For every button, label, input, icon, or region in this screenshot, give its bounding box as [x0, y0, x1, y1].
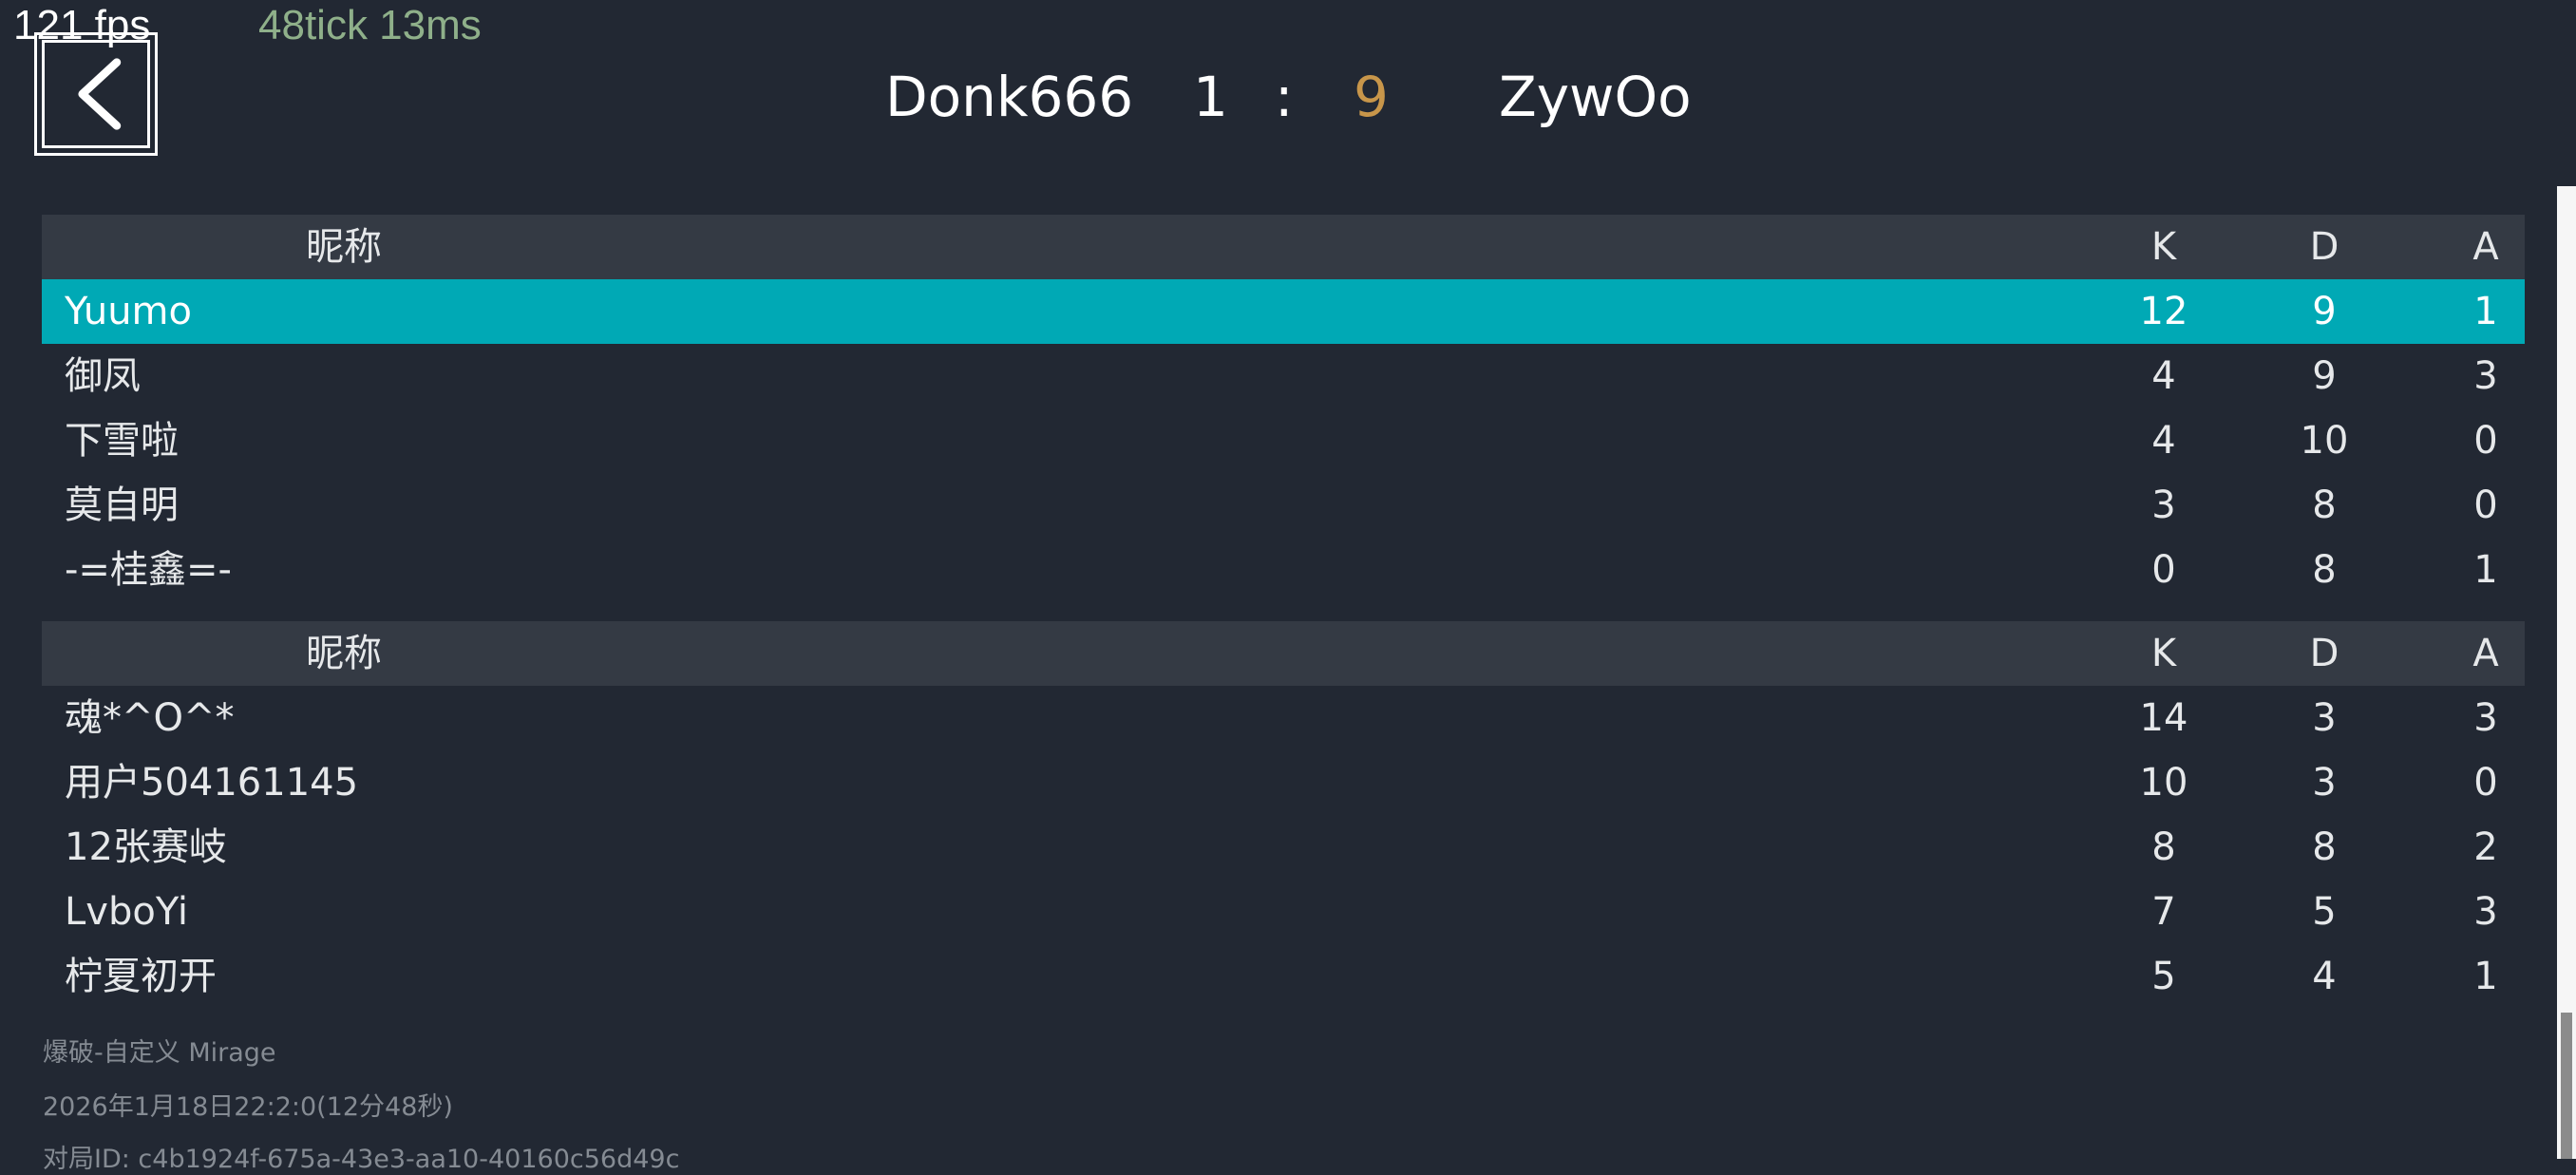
player-assists: 0: [2473, 761, 2498, 805]
player-name: 魂*^O^*: [65, 696, 235, 740]
player-row[interactable]: 莫自明 3 8 0: [42, 473, 2525, 538]
player-deaths: 8: [2312, 825, 2337, 869]
team-right-table: 昵称 K D A 魂*^O^* 14 3 3 用户504161145 10 3 …: [42, 621, 2525, 1009]
player-name: 下雪啦: [65, 419, 179, 463]
player-kills: 12: [2139, 290, 2188, 333]
match-mode-info: 爆破-自定义 Mirage: [43, 1038, 276, 1068]
player-deaths: 9: [2312, 354, 2337, 398]
player-assists: 1: [2473, 548, 2498, 592]
column-header-kills: K: [2150, 632, 2177, 675]
player-name: 柠夏初开: [65, 955, 217, 998]
player-deaths: 10: [2300, 419, 2349, 463]
player-row[interactable]: LvboYi 7 5 3: [42, 880, 2525, 944]
player-kills: 14: [2139, 696, 2188, 740]
team-right-score: 9: [1354, 65, 1389, 129]
player-kills: 7: [2151, 890, 2176, 934]
tick-rate-indicator: 48tick 13ms: [258, 2, 482, 48]
match-datetime-info: 2026年1月18日22:2:0(12分48秒): [43, 1092, 453, 1122]
table-header: 昵称 K D A: [42, 621, 2525, 686]
score-separator: :: [1275, 65, 1294, 129]
column-header-name: 昵称: [306, 225, 382, 269]
column-header-deaths: D: [2309, 225, 2339, 269]
team-left-table: 昵称 K D A Yuumo 12 9 1 御凤 4 9 3 下雪啦 4 10 …: [42, 215, 2525, 602]
player-deaths: 5: [2312, 890, 2337, 934]
player-name: 御凤: [65, 354, 141, 398]
scoreboard-header: Donk666 1 : 9 ZywOo: [0, 59, 2576, 135]
player-name: 12张赛岐: [65, 825, 227, 869]
team-left-name: Donk666: [885, 65, 1134, 129]
scrollbar-thumb[interactable]: [2561, 1013, 2572, 1159]
fps-counter: 121 fps: [13, 2, 151, 48]
player-kills: 4: [2151, 354, 2176, 398]
player-kills: 5: [2151, 955, 2176, 998]
player-row[interactable]: 柠夏初开 5 4 1: [42, 944, 2525, 1009]
player-deaths: 4: [2312, 955, 2337, 998]
player-row[interactable]: 魂*^O^* 14 3 3: [42, 686, 2525, 750]
player-kills: 3: [2151, 483, 2176, 527]
team-right-name: ZywOo: [1499, 65, 1692, 129]
player-assists: 3: [2473, 354, 2498, 398]
player-row[interactable]: 用户504161145 10 3 0: [42, 750, 2525, 815]
column-header-name: 昵称: [306, 632, 382, 675]
player-row[interactable]: 下雪啦 4 10 0: [42, 408, 2525, 473]
player-deaths: 3: [2312, 761, 2337, 805]
player-name: Yuumo: [65, 290, 192, 333]
column-header-kills: K: [2150, 225, 2177, 269]
player-name: 用户504161145: [65, 761, 359, 805]
team-left-score: 1: [1193, 65, 1228, 129]
player-row[interactable]: 12张赛岐 8 8 2: [42, 815, 2525, 880]
player-assists: 3: [2473, 696, 2498, 740]
match-id-info: 对局ID: c4b1924f-675a-43e3-aa10-40160c56d4…: [43, 1145, 680, 1174]
player-assists: 1: [2473, 955, 2498, 998]
player-deaths: 3: [2312, 696, 2337, 740]
player-name: 莫自明: [65, 483, 179, 527]
player-name: -=桂鑫=-: [65, 548, 232, 592]
player-deaths: 8: [2312, 548, 2337, 592]
player-deaths: 9: [2312, 290, 2337, 333]
player-deaths: 8: [2312, 483, 2337, 527]
player-assists: 1: [2473, 290, 2498, 333]
player-assists: 0: [2473, 483, 2498, 527]
player-kills: 0: [2151, 548, 2176, 592]
player-row[interactable]: 御凤 4 9 3: [42, 344, 2525, 408]
player-name: LvboYi: [65, 890, 188, 934]
player-kills: 4: [2151, 419, 2176, 463]
table-header: 昵称 K D A: [42, 215, 2525, 279]
column-header-deaths: D: [2309, 632, 2339, 675]
player-row[interactable]: -=桂鑫=- 0 8 1: [42, 538, 2525, 602]
player-kills: 8: [2151, 825, 2176, 869]
column-header-assists: A: [2472, 225, 2499, 269]
player-assists: 2: [2473, 825, 2498, 869]
column-header-assists: A: [2472, 632, 2499, 675]
player-assists: 0: [2473, 419, 2498, 463]
player-row[interactable]: Yuumo 12 9 1: [42, 279, 2525, 344]
player-assists: 3: [2473, 890, 2498, 934]
player-kills: 10: [2139, 761, 2188, 805]
